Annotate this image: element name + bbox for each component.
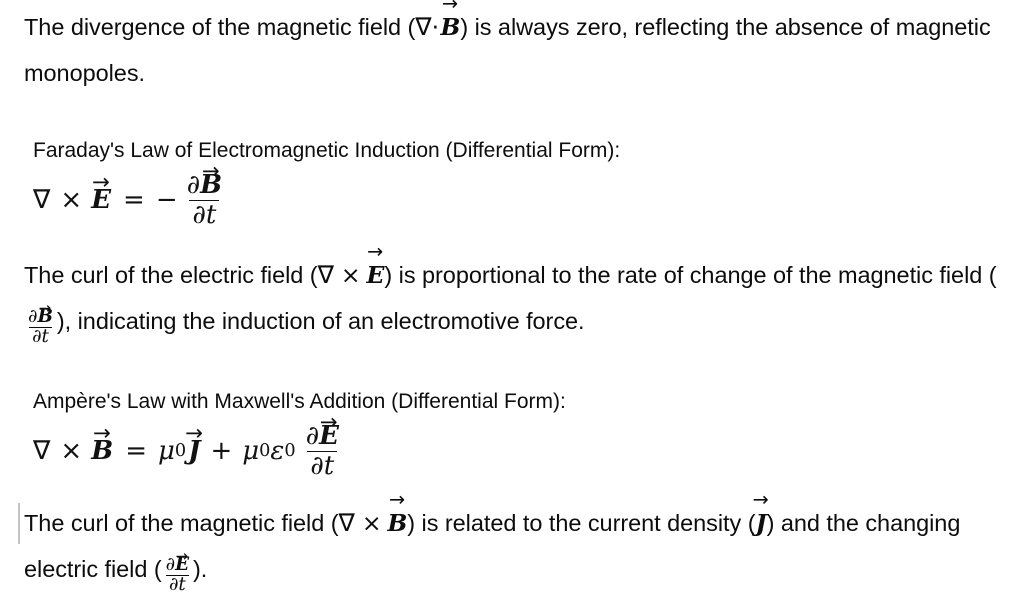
paragraph-divergence-text-1: The divergence of the magnetic field ( (24, 14, 416, 40)
vector-j: → J (185, 423, 203, 468)
vector-b: → B (387, 490, 408, 546)
partial-symbol: ∂ (305, 421, 320, 451)
faraday-explanation-text-2: ) is proportional to the rate of change … (384, 262, 997, 288)
inline-math-div-b: ∇· → B (415, 0, 460, 41)
vector-e: → E (175, 548, 189, 576)
heading-ampere-law: Ampère's Law with Maxwell's Addition (Di… (33, 390, 566, 413)
vector-b-base: B (37, 306, 53, 328)
partial-symbol: ∂ (32, 326, 42, 348)
fraction-numerator: ∂ → E (163, 548, 192, 576)
equals-operator-icon: = (125, 436, 147, 467)
nabla-icon: ∇ (415, 12, 432, 41)
fraction-numerator: ∂ → B (25, 300, 56, 328)
mu-subscript: 0 (174, 441, 187, 462)
fraction-numerator: ∂ → E (303, 412, 342, 451)
partial-symbol: ∂ (165, 554, 176, 576)
fraction-denominator: ∂t (189, 199, 220, 230)
variable-t: t (41, 326, 49, 348)
dot-operator-icon: · (431, 13, 441, 41)
faraday-explanation-text-1: The curl of the electric field ( (24, 262, 318, 288)
epsilon-symbol: ε (270, 436, 285, 467)
vector-b-base: B (91, 436, 114, 467)
nabla-icon: ∇ (33, 436, 51, 467)
minus-operator-icon: − (155, 185, 178, 216)
paragraph-ampere-explanation: The curl of the magnetic field (∇ × → B) is… (24, 490, 1004, 596)
equation-ampere: ∇ × → B = μ0 → J + μ0 ε0 ∂ → E ∂t (33, 412, 343, 481)
ampere-explanation-text-1: The curl of the magnetic field ( (24, 510, 339, 536)
inline-math-vector-j: → J (753, 490, 769, 537)
variable-t: t (178, 574, 186, 596)
mu-symbol: μ (242, 436, 260, 467)
vector-b-base: B (387, 509, 408, 537)
vector-b: → B (37, 300, 53, 328)
ampere-explanation-text-2: ) is related to the current density ( (407, 510, 756, 536)
inline-math-curl-b: ∇ × → B (338, 490, 408, 537)
vector-e-base: E (366, 261, 385, 289)
vector-j: → J (753, 490, 769, 546)
vector-b: → B (440, 0, 461, 50)
variable-t: t (205, 199, 217, 230)
vector-e-base: E (319, 421, 339, 451)
equation-faraday: ∇ × → E = − ∂ → B ∂t (33, 161, 226, 230)
nabla-icon: ∇ (338, 508, 355, 537)
cross-operator-icon: × (60, 436, 83, 467)
vector-e: → E (91, 172, 112, 217)
fraction-denominator: ∂t (165, 574, 189, 596)
fraction-dE-dt: ∂ → E ∂t (303, 412, 342, 481)
text-cursor (18, 503, 20, 544)
cross-operator-icon: × (340, 261, 361, 289)
vector-b-base: B (200, 170, 223, 200)
cross-operator-icon: × (361, 509, 382, 537)
inline-fraction-dE-dt: ∂ → E ∂t (163, 548, 192, 596)
vector-e: → E (366, 242, 385, 298)
vector-e-base: E (91, 185, 112, 216)
partial-symbol: ∂ (310, 450, 324, 481)
faraday-explanation-text-3: ), indicating the induction of an electr… (56, 308, 585, 334)
document-page: The divergence of the magnetic field (∇·… (0, 0, 1024, 614)
epsilon-subscript: 0 (284, 441, 296, 462)
partial-symbol: ∂ (192, 199, 206, 230)
variable-t: t (323, 450, 335, 481)
vector-e-base: E (175, 554, 189, 576)
heading-faraday-law: Faraday's Law of Electromagnetic Inducti… (33, 139, 621, 162)
vector-b-base: B (440, 13, 461, 41)
partial-symbol: ∂ (186, 170, 201, 200)
vector-b: → B (200, 161, 223, 200)
fraction-denominator: ∂t (29, 327, 52, 347)
ampere-explanation-text-4: ). (193, 556, 208, 582)
fraction-dB-dt: ∂ → B ∂t (184, 161, 225, 230)
vector-b: → B (91, 423, 114, 468)
vector-j-base: J (755, 509, 767, 537)
partial-symbol: ∂ (168, 574, 179, 596)
cross-operator-icon: × (60, 185, 83, 216)
vector-e: → E (319, 412, 339, 451)
equals-operator-icon: = (123, 185, 145, 216)
fraction-numerator: ∂ → B (184, 161, 225, 200)
inline-fraction-dB-dt: ∂ → B ∂t (25, 300, 56, 347)
plus-operator-icon: + (210, 436, 233, 467)
mu-symbol: μ (157, 436, 175, 467)
nabla-icon: ∇ (317, 260, 334, 289)
fraction-denominator: ∂t (307, 450, 338, 481)
paragraph-divergence: The divergence of the magnetic field (∇·… (24, 0, 1004, 96)
vector-j-base: J (188, 436, 201, 467)
inline-math-curl-e: ∇ × → E (317, 242, 385, 289)
mu-subscript: 0 (259, 441, 271, 462)
nabla-icon: ∇ (33, 185, 51, 216)
paragraph-faraday-explanation: The curl of the electric field (∇ × → E) is… (24, 242, 1004, 347)
